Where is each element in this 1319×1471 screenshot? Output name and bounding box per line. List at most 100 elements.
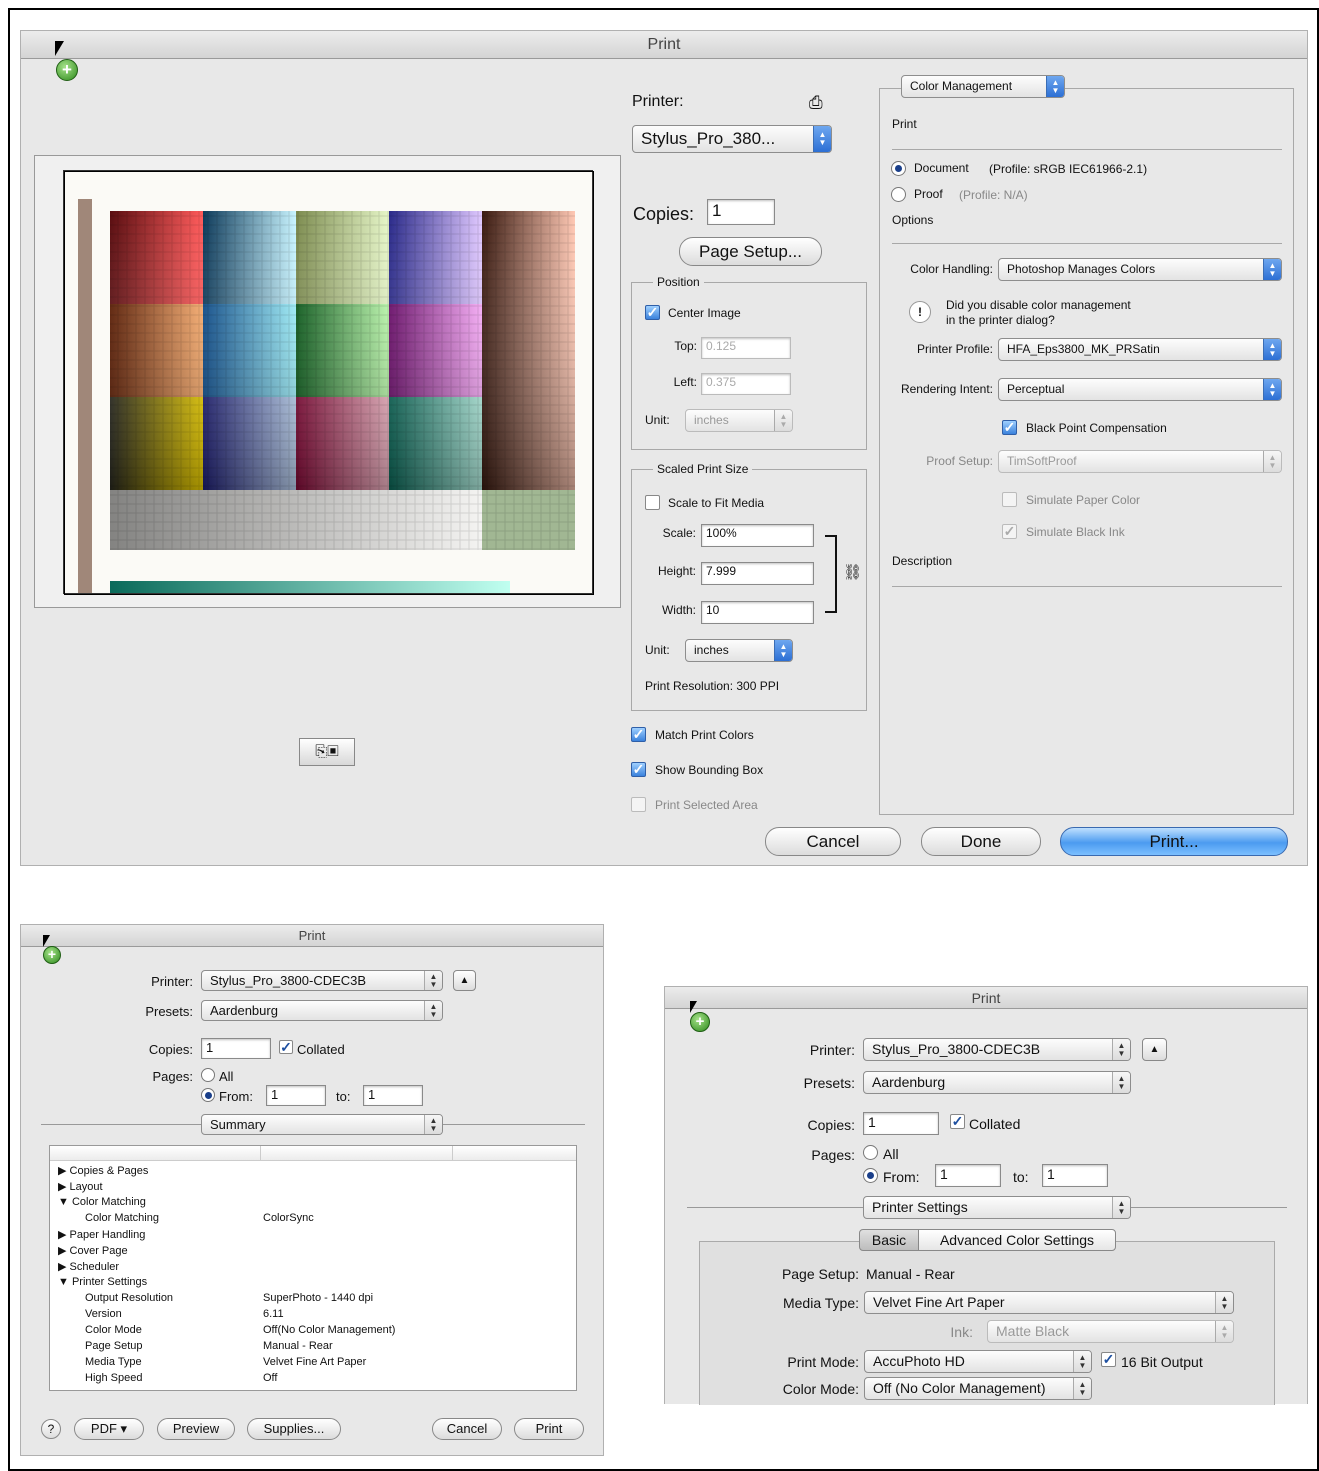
section-popup[interactable]: Summary ▲ ▼ (201, 1114, 443, 1135)
preview-paper (63, 170, 594, 595)
match-print-colors-checkbox[interactable]: ✓ (631, 727, 646, 742)
presets-value: Aardenburg (210, 1003, 278, 1018)
printer-settings-icon[interactable]: ⎙ (809, 93, 823, 113)
warning-line-1: Did you disable color management (946, 298, 1131, 312)
outline-header (50, 1146, 576, 1161)
outline-row-label[interactable]: ▶ Copies & Pages (58, 1164, 148, 1177)
outline-row-label[interactable]: ▶ Layout (58, 1180, 103, 1193)
tab-advanced-color-settings[interactable]: Advanced Color Settings (918, 1229, 1116, 1251)
height-field[interactable]: 7.999 (701, 562, 814, 585)
scale-to-fit-checkbox[interactable] (645, 495, 660, 510)
outline-row-label[interactable]: ▶ Cover Page (58, 1244, 128, 1257)
printer-profile-popup[interactable]: HFA_Eps3800_MK_PRSatin ▲ ▼ (998, 338, 1282, 361)
proof-setup-value: TimSoftProof (1007, 454, 1077, 468)
add-icon: + (43, 946, 61, 964)
black-point-checkbox[interactable]: ✓ (1002, 420, 1017, 435)
page-setup-button[interactable]: Page Setup... (679, 237, 822, 266)
rendering-intent-label: Rendering Intent: (900, 382, 993, 396)
pages-all-radio[interactable] (863, 1145, 878, 1160)
scaled-unit-popup[interactable]: inches ▲ ▼ (685, 639, 793, 662)
print-button[interactable]: Print... (1060, 827, 1288, 856)
printer-label: Printer: (809, 1042, 855, 1058)
pages-from-field[interactable]: 1 (935, 1164, 1001, 1187)
pages-all-radio[interactable] (201, 1068, 215, 1082)
pages-to-field[interactable]: 1 (363, 1085, 423, 1106)
preview-toggle-buttons[interactable]: ⎘▣ (299, 738, 355, 766)
simulate-ink-checkbox[interactable]: ✓ (1002, 524, 1017, 539)
supplies-button[interactable]: Supplies... (247, 1418, 341, 1440)
media-type-popup[interactable]: Velvet Fine Art Paper ▲ ▼ (864, 1291, 1234, 1314)
popup-arrows-icon: ▲ ▼ (813, 126, 831, 152)
settings-title-bar: Print (665, 987, 1307, 1009)
bit16-label: 16 Bit Output (1121, 1354, 1203, 1370)
print-resolution: Print Resolution: 300 PPI (645, 679, 780, 693)
main-print-dialog: Print + ⎘▣ Printer: ⎙ Stylus_Pro_380... … (20, 30, 1308, 866)
outline-row-label[interactable]: ▶ Scheduler (58, 1260, 119, 1273)
section-value: Printer Settings (872, 1199, 968, 1215)
ink-popup[interactable]: Matte Black ▲ ▼ (987, 1320, 1234, 1343)
proof-radio[interactable] (891, 187, 906, 202)
collated-label: Collated (969, 1116, 1021, 1132)
color-mode-popup[interactable]: Off (No Color Management) ▲ ▼ (864, 1377, 1092, 1400)
page-setup-value: Manual - Rear (866, 1266, 955, 1282)
done-button[interactable]: Done (921, 827, 1041, 856)
outline-row-label[interactable]: ▼ Printer Settings (58, 1276, 147, 1288)
pages-from-radio[interactable] (863, 1168, 878, 1183)
top-field[interactable]: 0.125 (701, 337, 791, 359)
collated-checkbox[interactable]: ✓ (279, 1040, 293, 1054)
scale-label: Scale: (662, 526, 696, 540)
position-unit-value: inches (694, 413, 729, 427)
pages-from-radio[interactable] (201, 1088, 215, 1102)
expand-dialog-button[interactable]: ▲ (453, 970, 476, 991)
bounding-box[interactable] (64, 171, 594, 595)
outline-row-label: Color Mode (85, 1324, 142, 1336)
printer-profile-label: Printer Profile: (916, 342, 993, 356)
print-selected-area-checkbox[interactable] (631, 797, 646, 812)
print-mode-popup[interactable]: AccuPhoto HD ▲ ▼ (864, 1350, 1092, 1373)
presets-popup[interactable]: Aardenburg ▲ ▼ (863, 1071, 1131, 1094)
popup-arrows-icon: ▲ ▼ (1073, 1378, 1091, 1399)
width-field[interactable]: 10 (701, 601, 814, 624)
outline-row-label[interactable]: ▼ Color Matching (58, 1196, 146, 1208)
link-icon[interactable]: ⛓ (843, 563, 862, 581)
show-bounding-box-label: Show Bounding Box (655, 763, 764, 777)
printer-popup[interactable]: Stylus_Pro_380... ▲ ▼ (632, 125, 832, 153)
presets-popup[interactable]: Aardenburg ▲ ▼ (201, 1000, 443, 1021)
summary-outline[interactable]: ▶ Copies & Pages ▶ Layout ▼ Color Matching… (49, 1145, 577, 1391)
expand-dialog-button[interactable]: ▲ (1142, 1038, 1167, 1061)
preview-button[interactable]: Preview (157, 1418, 235, 1440)
bit16-checkbox[interactable]: ✓ (1101, 1352, 1116, 1367)
printer-popup[interactable]: Stylus_Pro_3800-CDEC3B ▲ ▼ (201, 970, 443, 991)
presets-label: Presets: (803, 1075, 855, 1091)
center-image-checkbox[interactable]: ✓ (645, 305, 660, 320)
summary-print-dialog: Print + Printer: Stylus_Pro_3800-CDEC3B ▲… (20, 924, 604, 1456)
copies-field[interactable]: 1 (707, 199, 775, 225)
copies-field[interactable]: 1 (863, 1112, 939, 1135)
color-management-popup[interactable]: Color Management ▲ ▼ (901, 75, 1065, 98)
show-bounding-box-checkbox[interactable]: ✓ (631, 762, 646, 777)
pages-to-field[interactable]: 1 (1042, 1164, 1108, 1187)
collated-checkbox[interactable]: ✓ (950, 1114, 965, 1129)
simulate-paper-checkbox[interactable] (1002, 492, 1017, 507)
printer-profile-value: HFA_Eps3800_MK_PRSatin (1007, 342, 1160, 356)
cancel-button[interactable]: Cancel (432, 1418, 502, 1440)
rendering-intent-popup[interactable]: Perceptual ▲ ▼ (998, 378, 1282, 401)
height-label: Height: (657, 564, 696, 578)
pdf-button[interactable]: PDF ▾ (74, 1418, 144, 1440)
help-button[interactable]: ? (41, 1419, 61, 1439)
position-unit-popup[interactable]: inches ▲ ▼ (685, 409, 793, 432)
pages-from-field[interactable]: 1 (266, 1085, 326, 1106)
scale-field[interactable]: 100% (701, 524, 814, 547)
outline-row-label[interactable]: ▶ Paper Handling (58, 1228, 145, 1241)
cancel-button[interactable]: Cancel (765, 827, 901, 856)
tab-basic[interactable]: Basic (859, 1229, 919, 1251)
proof-setup-popup[interactable]: TimSoftProof ▲ ▼ (998, 450, 1282, 473)
printer-popup[interactable]: Stylus_Pro_3800-CDEC3B ▲ ▼ (863, 1038, 1131, 1061)
copies-field[interactable]: 1 (201, 1038, 271, 1059)
link-bracket (825, 535, 837, 613)
document-radio[interactable] (891, 161, 906, 176)
print-button[interactable]: Print (514, 1418, 584, 1440)
color-handling-popup[interactable]: Photoshop Manages Colors ▲ ▼ (998, 258, 1282, 281)
section-popup[interactable]: Printer Settings ▲ ▼ (863, 1196, 1131, 1219)
left-field[interactable]: 0.375 (701, 373, 791, 395)
